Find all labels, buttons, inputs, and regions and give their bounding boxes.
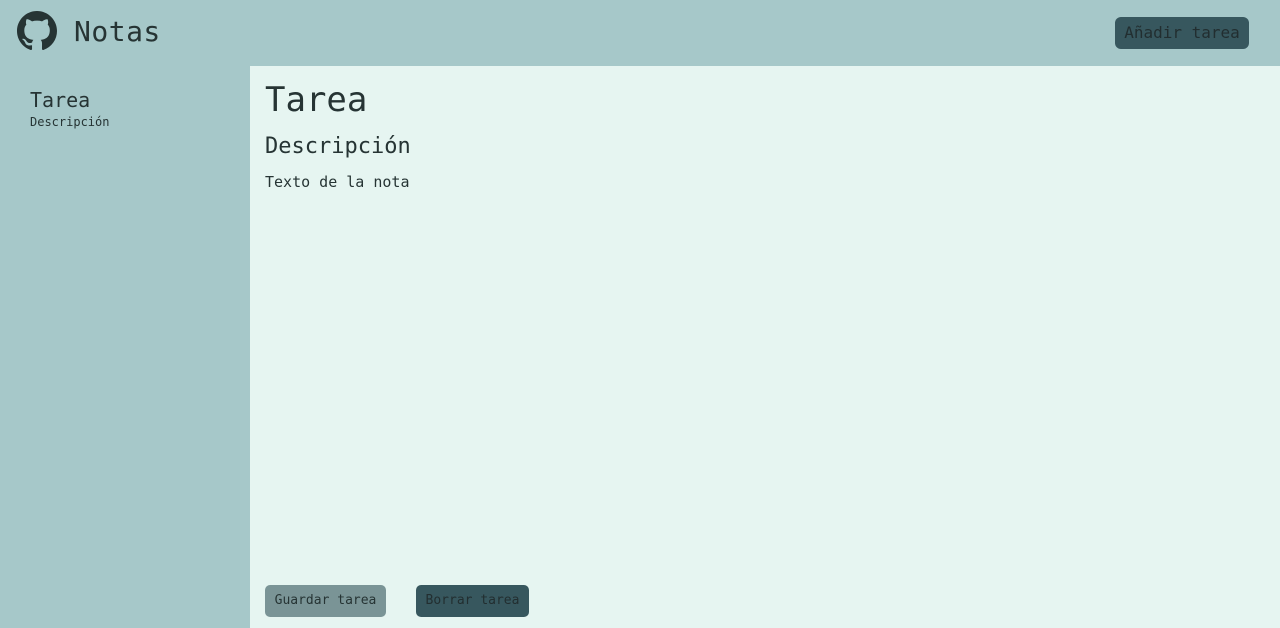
note-title[interactable]: Tarea [265,78,367,122]
sidebar-note-description: Descripción [30,115,110,129]
save-task-button[interactable]: Guardar tarea [265,585,386,617]
sidebar-note-item[interactable]: Tarea Descripción [30,86,230,130]
add-task-button[interactable]: Añadir tarea [1115,17,1249,49]
note-editor: Tarea Descripción Texto de la nota Guard… [250,66,1280,628]
sidebar: Tarea Descripción [0,66,250,628]
header: Notas Añadir tarea [0,0,1280,66]
app-title: Notas [74,15,161,48]
github-icon[interactable] [17,11,57,51]
app: Notas Añadir tarea Tarea Descripción Tar… [0,0,1280,628]
note-description[interactable]: Descripción [265,132,411,162]
sidebar-note-title: Tarea [30,88,91,112]
delete-task-button[interactable]: Borrar tarea [416,585,529,617]
note-body[interactable]: Texto de la nota [265,172,410,192]
